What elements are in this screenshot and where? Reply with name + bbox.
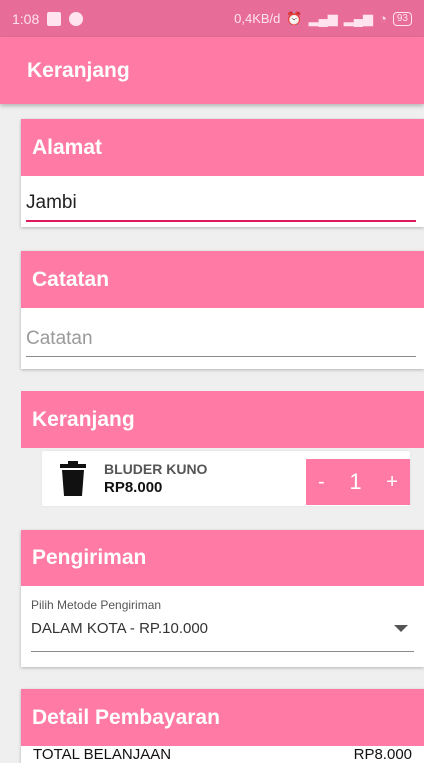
quantity-value: 1 xyxy=(349,469,362,494)
catatan-header: Catatan xyxy=(21,251,424,308)
increase-button[interactable]: + xyxy=(386,471,398,494)
page-title: Keranjang xyxy=(27,58,130,82)
status-bar: 1:08 0,4KB/d ⏰ ▂▄▆ ▂▄▆ ◔ 93 xyxy=(0,0,424,37)
shipping-select[interactable]: Pilih Metode Pengiriman DALAM KOTA - RP.… xyxy=(21,586,424,652)
decrease-button[interactable]: - xyxy=(318,471,325,494)
total-value: RP8.000 xyxy=(353,746,412,763)
battery-icon: 93 xyxy=(392,11,412,26)
pengiriman-header-label: Pengiriman xyxy=(32,546,147,569)
pengiriman-card: Pengiriman Pilih Metode Pengiriman DALAM… xyxy=(21,530,424,667)
pengiriman-header: Pengiriman xyxy=(21,530,424,586)
alamat-input[interactable] xyxy=(26,186,416,222)
signal-icon-2: ▂▄▆ xyxy=(343,10,374,26)
total-label: TOTAL BELANJAAN xyxy=(33,746,172,763)
pembayaran-card: Detail Pembayaran TOTAL BELANJAAN RP8.00… xyxy=(21,689,424,763)
alamat-header-label: Alamat xyxy=(32,135,103,159)
app-bar: Keranjang xyxy=(0,37,424,104)
wifi-icon: ◔ xyxy=(379,11,387,26)
item-name: BLUDER KUNO xyxy=(104,461,208,477)
pembayaran-header: Detail Pembayaran xyxy=(21,689,424,746)
keranjang-header-label: Keranjang xyxy=(32,407,135,431)
network-speed: 0,4KB/d xyxy=(234,11,281,26)
catatan-input[interactable] xyxy=(26,322,416,357)
total-row: TOTAL BELANJAAN RP8.000 xyxy=(21,746,424,763)
alamat-header: Alamat xyxy=(21,119,424,176)
signal-icon: ▂▄▆ xyxy=(308,10,338,26)
alarm-icon: ⏰ xyxy=(286,10,303,26)
app-notification-icon xyxy=(69,11,84,26)
trash-icon[interactable] xyxy=(58,460,88,497)
item-price: RP8.000 xyxy=(104,479,163,496)
status-time: 1:08 xyxy=(12,10,40,27)
dropdown-caret-icon[interactable] xyxy=(394,625,408,632)
quantity-stepper: - 1 + xyxy=(306,459,410,505)
cart-item: BLUDER KUNO RP8.000 - 1 + xyxy=(42,451,410,506)
shipping-select-value: DALAM KOTA - RP.10.000 xyxy=(31,620,209,637)
pembayaran-header-label: Detail Pembayaran xyxy=(32,705,220,729)
gallery-notification-icon xyxy=(47,11,62,26)
keranjang-header: Keranjang xyxy=(21,391,424,448)
keranjang-card: Keranjang BLUDER KUNO RP8.000 - 1 + xyxy=(21,391,424,511)
shipping-select-label: Pilih Metode Pengiriman xyxy=(31,598,162,612)
catatan-header-label: Catatan xyxy=(32,267,110,291)
catatan-card: Catatan xyxy=(21,251,424,369)
alamat-card: Alamat xyxy=(21,119,424,227)
